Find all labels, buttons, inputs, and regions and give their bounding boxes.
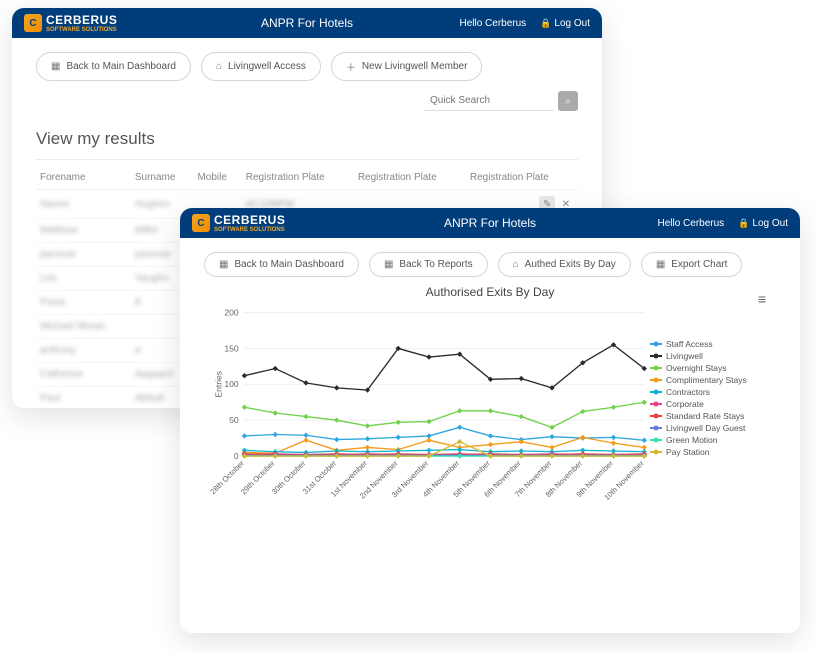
svg-text:100: 100 bbox=[224, 379, 239, 389]
col-header: Forename bbox=[36, 166, 131, 190]
grid-icon: ▦ bbox=[384, 259, 393, 270]
home-icon: ⌂ bbox=[513, 259, 519, 270]
legend-item[interactable]: Overnight Stays bbox=[650, 363, 770, 373]
page-title: View my results bbox=[36, 129, 578, 149]
col-header: Surname bbox=[131, 166, 194, 190]
logo-icon: C bbox=[192, 214, 210, 232]
app-title: ANPR For Hotels bbox=[444, 216, 536, 230]
col-header: Mobile bbox=[193, 166, 241, 190]
logo-text: CERBERUS bbox=[214, 213, 285, 227]
col-header: Registration Plate bbox=[466, 166, 578, 190]
logo: C CERBERUS SOFTWARE SOLUTIONS bbox=[192, 213, 285, 233]
chart-legend: Staff Access Livingwell Overnight Stays Com… bbox=[650, 303, 770, 504]
titlebar: C CERBERUS SOFTWARE SOLUTIONS ANPR For H… bbox=[12, 8, 602, 38]
back-reports-button[interactable]: ▦ Back To Reports bbox=[369, 252, 488, 277]
legend-item[interactable]: Standard Rate Stays bbox=[650, 411, 770, 421]
app-title: ANPR For Hotels bbox=[261, 16, 353, 30]
search-icon: ⌕ bbox=[565, 96, 571, 107]
back-dashboard-button[interactable]: ▦ Back to Main Dashboard bbox=[36, 52, 191, 81]
plus-icon: ＋ bbox=[346, 59, 356, 74]
label: Livingwell Access bbox=[228, 61, 306, 72]
legend-item[interactable]: Corporate bbox=[650, 399, 770, 409]
col-header: Registration Plate bbox=[354, 166, 466, 190]
chart-container: Authorised Exits By Day ≡ 050100150200En… bbox=[204, 285, 776, 510]
legend-item[interactable]: Livingwell bbox=[650, 351, 770, 361]
grid-icon: ▦ bbox=[51, 61, 60, 72]
divider bbox=[36, 159, 578, 160]
export-chart-button[interactable]: ▦ Export Chart bbox=[641, 252, 743, 277]
chart-menu-icon[interactable]: ≡ bbox=[758, 291, 766, 307]
label: Authed Exits By Day bbox=[525, 259, 616, 270]
label: Back To Reports bbox=[399, 259, 472, 270]
search-input[interactable] bbox=[424, 91, 554, 111]
window-chart: C CERBERUS SOFTWARE SOLUTIONS ANPR For H… bbox=[180, 208, 800, 633]
label: Back to Main Dashboard bbox=[66, 61, 176, 72]
svg-text:Entries: Entries bbox=[213, 371, 223, 398]
legend-item[interactable]: Green Motion bbox=[650, 435, 770, 445]
label: New Livingwell Member bbox=[362, 61, 468, 72]
label: Export Chart bbox=[671, 259, 727, 270]
titlebar: C CERBERUS SOFTWARE SOLUTIONS ANPR For H… bbox=[180, 208, 800, 238]
search-button[interactable]: ⌕ bbox=[558, 91, 578, 111]
logout-link[interactable]: Log Out bbox=[540, 18, 590, 29]
greeting: Hello Cerberus bbox=[657, 218, 724, 229]
chart-plot: 050100150200Entries28th October29th Octo… bbox=[210, 303, 650, 504]
legend-item[interactable]: Staff Access bbox=[650, 339, 770, 349]
grid-icon: ▦ bbox=[219, 259, 228, 270]
home-icon: ⌂ bbox=[216, 61, 222, 72]
chart-title: Authorised Exits By Day bbox=[204, 285, 776, 299]
legend-item[interactable]: Livingwell Day Guest bbox=[650, 423, 770, 433]
logo-sub: SOFTWARE SOLUTIONS bbox=[214, 227, 285, 233]
livingwell-access-button[interactable]: ⌂ Livingwell Access bbox=[201, 52, 321, 81]
authed-exits-button[interactable]: ⌂ Authed Exits By Day bbox=[498, 252, 631, 277]
logo-sub: SOFTWARE SOLUTIONS bbox=[46, 27, 117, 33]
col-header: Registration Plate bbox=[242, 166, 354, 190]
logo-text: CERBERUS bbox=[46, 13, 117, 27]
legend-item[interactable]: Pay Station bbox=[650, 447, 770, 457]
legend-item[interactable]: Complimentary Stays bbox=[650, 375, 770, 385]
logout-link[interactable]: Log Out bbox=[738, 218, 788, 229]
svg-text:200: 200 bbox=[224, 307, 239, 317]
new-member-button[interactable]: ＋ New Livingwell Member bbox=[331, 52, 483, 81]
label: Back to Main Dashboard bbox=[234, 259, 344, 270]
logo: C CERBERUS SOFTWARE SOLUTIONS bbox=[24, 13, 117, 33]
grid-icon: ▦ bbox=[656, 259, 665, 270]
legend-item[interactable]: Contractors bbox=[650, 387, 770, 397]
greeting: Hello Cerberus bbox=[459, 18, 526, 29]
svg-text:150: 150 bbox=[224, 343, 239, 353]
svg-text:50: 50 bbox=[229, 415, 239, 425]
logo-icon: C bbox=[24, 14, 42, 32]
back-dashboard-button[interactable]: ▦ Back to Main Dashboard bbox=[204, 252, 359, 277]
